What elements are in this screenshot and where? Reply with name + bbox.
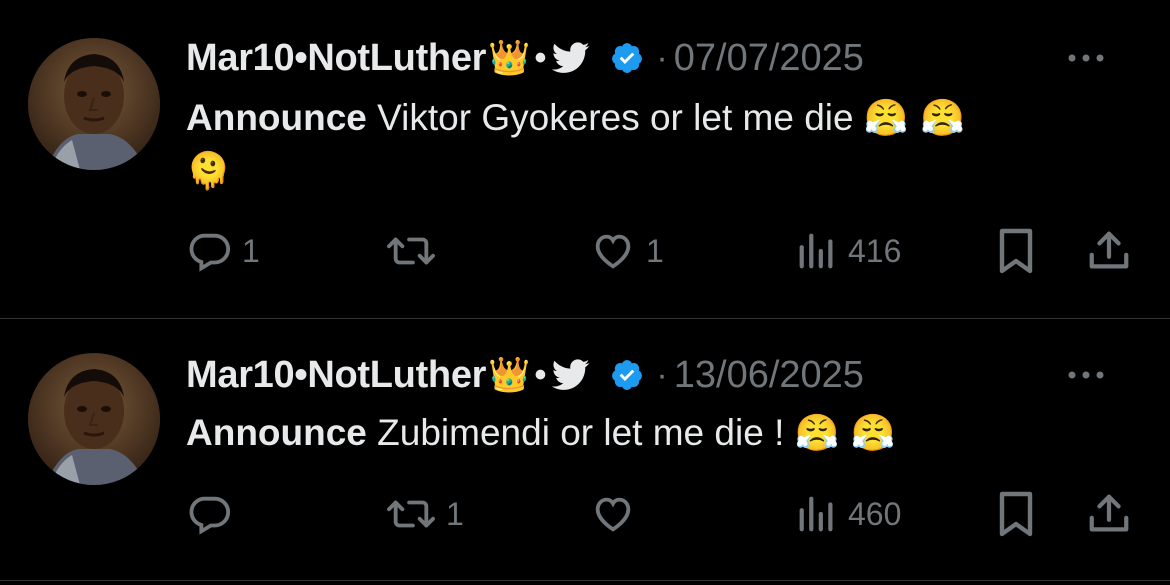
verified-badge-icon [612,43,643,73]
bookmark-button[interactable] [996,226,1036,276]
like-count: 1 [646,232,664,269]
retweet-button[interactable] [386,226,446,276]
chat-bubble-icon [189,233,231,272]
retweet-icon [387,237,435,265]
tweet[interactable]: Mar10•NotLuther 👑 • · 13/06/2025 Announc… [0,319,1170,581]
bookmark-icon [999,491,1033,537]
bird-icon [552,359,590,390]
more-dots-icon[interactable] [1064,51,1108,65]
views-count: 416 [848,232,902,269]
like-button[interactable]: 1 [590,226,664,276]
name-dot: • [534,38,547,77]
action-bar: 1 460 [186,489,1146,539]
views-button[interactable]: 416 [796,226,901,276]
tweet-emojis: 😤 😤 [863,98,965,139]
action-bar: 1 1 416 [186,226,1146,276]
bird-icon [552,42,590,73]
tweet-emoji-line2: 🫠 [186,151,231,192]
tweet-date[interactable]: 13/06/2025 [674,354,864,397]
tweet-date[interactable]: 07/07/2025 [674,37,864,80]
bookmark-button[interactable] [996,489,1036,539]
tweet-emojis: 😤 😤 [794,413,896,454]
views-count: 460 [848,495,902,532]
tweet-text-rest: Viktor Gyokeres or let me die [366,97,864,138]
views-button[interactable]: 460 [796,489,901,539]
reply-count: 1 [242,232,260,269]
tweet-text: Announce Viktor Gyokeres or let me die 😤… [186,92,1146,198]
tweet-text-rest: Zubimendi or let me die ! [366,412,795,453]
tweet-text: Announce Zubimendi or let me die ! 😤 😤 [186,407,1146,460]
tweet[interactable]: Mar10•NotLuther 👑 • · 07/07/2025 Announc… [0,0,1170,319]
more-dots-icon[interactable] [1064,368,1108,382]
heart-icon [595,234,631,269]
author-name[interactable]: Mar10•NotLuther [186,354,486,397]
retweet-icon [387,500,435,528]
separator: · [656,355,668,394]
share-button[interactable] [1086,226,1132,276]
reply-button[interactable] [186,489,242,539]
views-bar-chart-icon [799,233,833,269]
chat-bubble-icon [189,496,231,535]
share-button[interactable] [1086,489,1132,539]
tweet-text-bold: Announce [186,412,367,453]
tweet-header: Mar10•NotLuther 👑 • · 07/07/2025 [186,32,1130,84]
reply-button[interactable]: 1 [186,226,260,276]
share-icon [1089,494,1129,532]
tweet-feed: Mar10•NotLuther 👑 • · 07/07/2025 Announc… [0,0,1170,585]
like-button[interactable] [590,489,646,539]
separator: · [656,38,668,77]
author-name[interactable]: Mar10•NotLuther [186,37,486,80]
bookmark-icon [999,228,1033,274]
views-bar-chart-icon [799,496,833,532]
share-icon [1089,231,1129,269]
retweet-button[interactable]: 1 [386,489,464,539]
avatar[interactable] [28,353,160,485]
tweet-text-bold: Announce [186,97,367,138]
crown-emoji: 👑 [488,38,531,78]
verified-badge-icon [612,360,643,390]
heart-icon [595,497,631,532]
name-dot: • [534,355,547,394]
retweet-count: 1 [446,495,464,532]
tweet-header: Mar10•NotLuther 👑 • · 13/06/2025 [186,349,1130,401]
avatar[interactable] [28,38,160,170]
crown-emoji: 👑 [488,355,531,395]
